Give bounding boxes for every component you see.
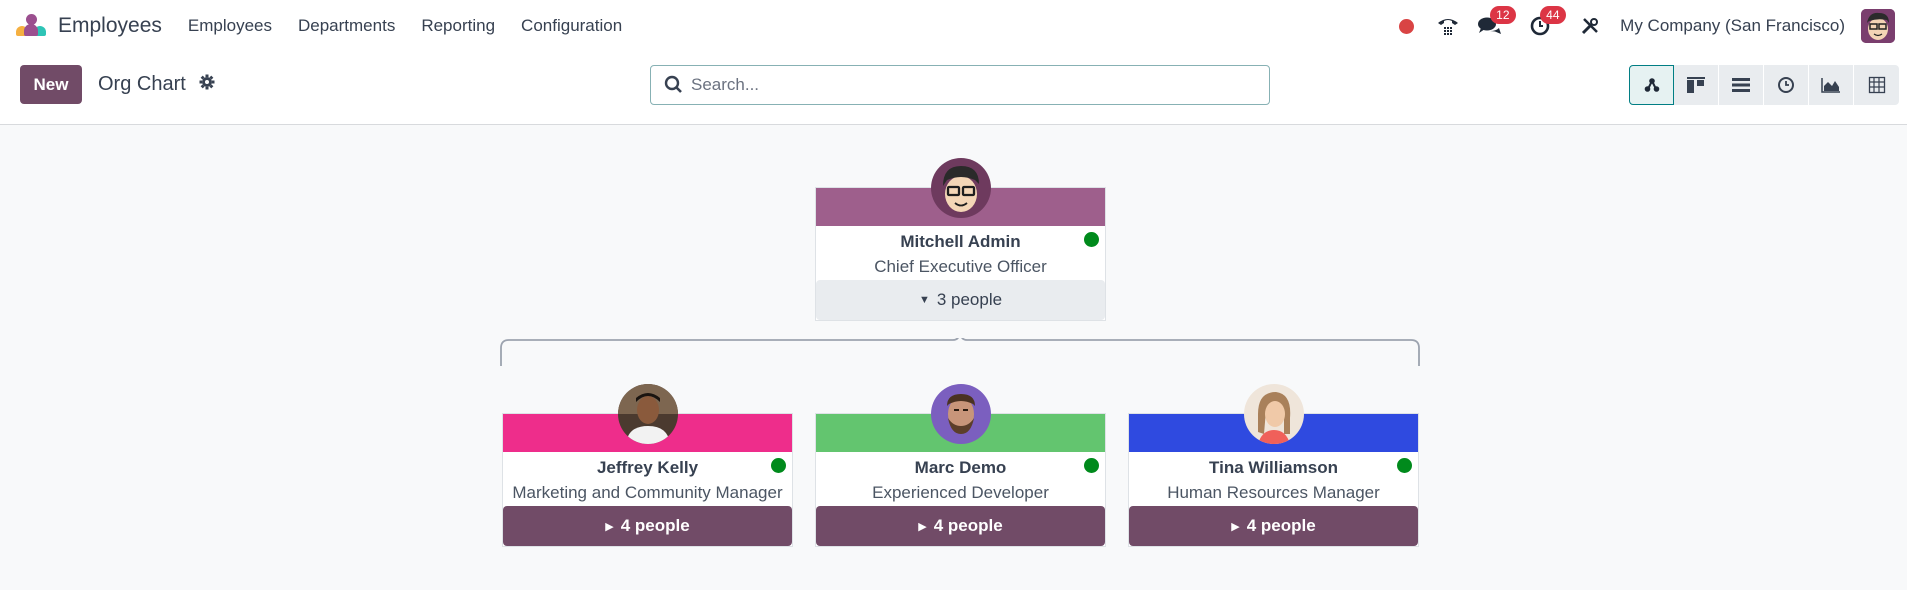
company-switcher[interactable]: My Company (San Francisco) [1620, 16, 1845, 36]
online-status-icon [1084, 458, 1099, 473]
search-input[interactable] [691, 75, 1251, 95]
online-status-icon [1084, 232, 1099, 247]
activities-badge: 44 [1540, 6, 1566, 24]
view-graph-button[interactable] [1809, 65, 1854, 105]
employee-avatar[interactable] [617, 384, 678, 444]
view-hierarchy-button[interactable] [1629, 65, 1674, 105]
view-kanban-button[interactable] [1674, 65, 1719, 105]
employee-name[interactable]: Mitchell Admin [816, 230, 1105, 254]
online-status-icon [1397, 458, 1412, 473]
clock-icon [1778, 77, 1794, 93]
team-toggle-button[interactable]: ▶ 4 people [503, 506, 792, 546]
menu-departments[interactable]: Departments [298, 16, 395, 36]
menu-reporting[interactable]: Reporting [421, 16, 495, 36]
recording-status-icon[interactable] [1394, 14, 1418, 38]
employee-card[interactable]: Tina Williamson Human Resources Manager … [1128, 384, 1419, 547]
messages-badge: 12 [1490, 6, 1516, 24]
employee-name[interactable]: Marc Demo [816, 456, 1105, 480]
employee-name[interactable]: Jeffrey Kelly [503, 456, 792, 480]
pivot-table-icon [1868, 76, 1885, 94]
team-toggle-button[interactable]: ▶ 4 people [1129, 506, 1418, 546]
employee-avatar[interactable] [930, 384, 991, 444]
view-activity-button[interactable] [1764, 65, 1809, 105]
employee-avatar[interactable] [930, 158, 991, 218]
team-count: 4 people [1246, 516, 1316, 535]
view-list-button[interactable] [1719, 65, 1764, 105]
search-bar[interactable] [650, 65, 1270, 105]
employees-app-icon [16, 14, 46, 38]
view-switcher [1629, 65, 1899, 105]
search-icon [664, 75, 682, 93]
caret-down-icon: ▼ [918, 294, 930, 306]
activities-icon[interactable]: 44 [1528, 6, 1566, 38]
new-button[interactable]: New [20, 65, 82, 104]
employee-card[interactable]: Marc Demo Experienced Developer ▶ 4 peop… [815, 384, 1106, 547]
phone-icon[interactable] [1436, 14, 1460, 38]
hierarchy-icon [1644, 78, 1659, 92]
breadcrumb-title: Org Chart [98, 73, 186, 95]
app-brand[interactable]: Employees [16, 14, 162, 38]
employee-avatar[interactable] [1243, 384, 1304, 444]
tools-icon[interactable] [1578, 14, 1602, 38]
caret-right-icon: ▶ [605, 520, 614, 533]
app-name[interactable]: Employees [58, 14, 162, 38]
gear-icon[interactable] [199, 74, 215, 95]
view-pivot-button[interactable] [1854, 65, 1899, 105]
menu-configuration[interactable]: Configuration [521, 16, 622, 36]
menu-employees[interactable]: Employees [188, 16, 272, 36]
employee-job-title: Chief Executive Officer [874, 257, 1047, 276]
top-navbar: Employees Employees Departments Reportin… [0, 0, 1907, 52]
employee-job-title: Marketing and Community Manager [512, 483, 783, 502]
team-count: 4 people [933, 516, 1003, 535]
employee-job-title: Human Resources Manager [1167, 483, 1380, 502]
team-count: 4 people [620, 516, 690, 535]
org-connector-line [500, 338, 1420, 366]
online-status-icon [771, 458, 786, 473]
user-avatar[interactable] [1861, 9, 1895, 43]
employee-card-root[interactable]: Mitchell Admin Chief Executive Officer ▼… [815, 158, 1106, 321]
main-menu: Employees Departments Reporting Configur… [188, 16, 648, 36]
team-toggle-button[interactable]: ▼ 3 people [816, 280, 1105, 320]
employee-card[interactable]: Jeffrey Kelly Marketing and Community Ma… [502, 384, 793, 547]
list-icon [1732, 78, 1750, 92]
employee-name[interactable]: Tina Williamson [1129, 456, 1418, 480]
kanban-icon [1687, 77, 1705, 93]
control-panel: New Org Chart [0, 52, 1907, 125]
messages-icon[interactable]: 12 [1478, 6, 1516, 38]
employee-job-title: Experienced Developer [872, 483, 1049, 502]
caret-right-icon: ▶ [918, 520, 927, 533]
caret-right-icon: ▶ [1231, 520, 1240, 533]
team-toggle-button[interactable]: ▶ 4 people [816, 506, 1105, 546]
area-chart-icon [1821, 78, 1840, 93]
team-count: 3 people [936, 290, 1003, 309]
systray: 12 44 My Company (San Francisco) [1394, 0, 1907, 52]
